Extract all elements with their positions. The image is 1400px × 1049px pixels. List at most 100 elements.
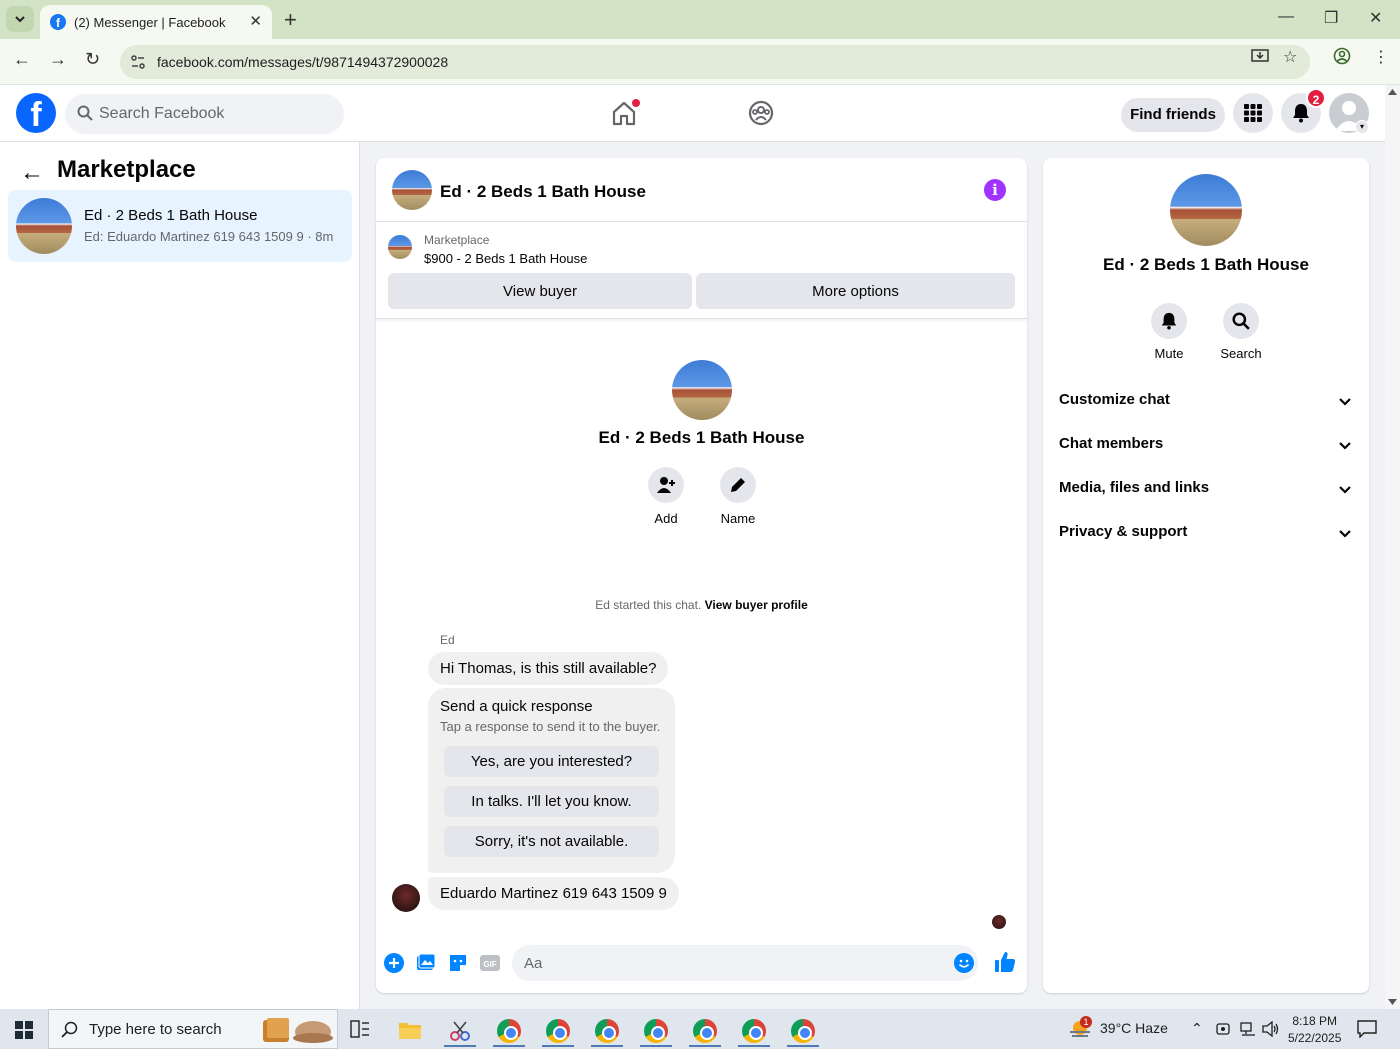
taskbar-search[interactable]: Type here to search [48, 1009, 338, 1049]
intro-name: Ed · 2 Beds 1 Bath House [598, 428, 805, 447]
restore-icon[interactable]: ❐ [1324, 8, 1338, 28]
find-friends-button[interactable]: Find friends [1121, 98, 1225, 132]
pencil-icon [731, 478, 745, 492]
privacy-support-row[interactable]: Privacy & support [1059, 523, 1353, 547]
info-icon[interactable]: i [984, 179, 1006, 201]
chrome-icon [497, 1019, 521, 1043]
browser-menu-icon[interactable]: ⋮ [1373, 47, 1389, 67]
name-label: Name [720, 511, 756, 526]
facebook-header: f Find friends 2 ▾ [0, 85, 1385, 142]
chrome-app-7[interactable] [783, 1015, 823, 1047]
back-icon[interactable]: ← [13, 49, 31, 70]
mute-button[interactable]: Mute [1139, 303, 1199, 361]
gif-icon[interactable]: GIF [480, 953, 500, 973]
quick-response-button[interactable]: In talks. I'll let you know. [444, 786, 659, 817]
scroll-up-icon[interactable] [1388, 89, 1397, 95]
site-info-icon[interactable] [128, 52, 148, 72]
chrome-icon [742, 1019, 766, 1043]
sender-avatar[interactable] [392, 884, 420, 912]
url-text: facebook.com/messages/t/9871494372900028 [157, 54, 449, 70]
section-label: Chat members [1059, 435, 1164, 452]
snipping-tool-app[interactable] [440, 1015, 480, 1047]
install-app-icon[interactable] [1251, 47, 1269, 70]
quick-response-subtitle: Tap a response to send it to the buyer. [440, 719, 661, 734]
view-buyer-button[interactable]: View buyer [388, 273, 692, 309]
folder-icon [399, 1023, 421, 1039]
thumbs-up-icon[interactable] [994, 951, 1016, 973]
section-label: Media, files and links [1059, 479, 1210, 496]
tab-search-dropdown[interactable] [6, 6, 34, 32]
windows-start-icon[interactable] [15, 1021, 33, 1039]
sidebar-title: Marketplace [57, 156, 196, 183]
meet-now-icon[interactable] [1216, 1022, 1230, 1036]
chrome-icon [693, 1019, 717, 1043]
quick-response-button[interactable]: Yes, are you interested? [444, 746, 659, 777]
browser-tab-messenger[interactable]: f (2) Messenger | Facebook ✕ [40, 5, 272, 39]
sticker-icon[interactable] [448, 953, 468, 973]
plus-circle-icon[interactable] [384, 953, 404, 973]
customize-chat-row[interactable]: Customize chat [1059, 391, 1353, 415]
task-view-icon[interactable] [350, 1020, 370, 1038]
back-arrow-icon[interactable]: ← [20, 159, 44, 187]
file-explorer-app[interactable] [390, 1015, 430, 1047]
network-icon[interactable] [1240, 1022, 1256, 1036]
media-files-links-row[interactable]: Media, files and links [1059, 479, 1353, 503]
chevron-down-icon [1339, 530, 1351, 538]
profile-icon[interactable] [1333, 47, 1351, 70]
seen-receipt-avatar [992, 915, 1006, 929]
house-thumbnail [16, 198, 72, 254]
chrome-app-3[interactable] [587, 1015, 627, 1047]
chat-details-panel: Ed · 2 Beds 1 Bath House Mute Search Cus… [1043, 158, 1369, 993]
message-bubble[interactable]: Eduardo Martinez 619 643 1509 9 [428, 877, 679, 910]
listing-title[interactable]: $900 - 2 Beds 1 Bath House [424, 251, 587, 266]
volume-icon[interactable] [1262, 1021, 1280, 1037]
bookmark-star-icon[interactable]: ☆ [1283, 47, 1297, 67]
chat-avatar[interactable] [392, 170, 432, 210]
chat-panel: Ed · 2 Beds 1 Bath House i Marketplace $… [376, 158, 1027, 993]
system-clock[interactable]: 8:18 PM 5/22/2025 [1288, 1013, 1341, 1047]
search-in-chat-button[interactable]: Search [1211, 303, 1271, 361]
chat-title[interactable]: Ed · 2 Beds 1 Bath House [440, 182, 646, 202]
chrome-app-2[interactable] [538, 1015, 578, 1047]
new-tab-button[interactable]: + [284, 7, 297, 33]
photo-icon[interactable] [416, 953, 436, 973]
minimize-icon[interactable]: — [1278, 8, 1294, 26]
browser-toolbar: ← → ↻ facebook.com/messages/t/9871494372… [0, 39, 1400, 85]
add-people-button[interactable]: Add [636, 467, 696, 526]
more-options-button[interactable]: More options [696, 273, 1015, 309]
message-bubble[interactable]: Hi Thomas, is this still available? [428, 652, 669, 685]
quick-response-button[interactable]: Sorry, it's not available. [444, 826, 659, 857]
chat-members-row[interactable]: Chat members [1059, 435, 1353, 459]
menu-button[interactable] [1233, 93, 1273, 133]
emoji-icon[interactable] [954, 953, 974, 973]
chrome-app-1[interactable] [489, 1015, 529, 1047]
svg-text:GIF: GIF [483, 960, 496, 969]
change-name-button[interactable]: Name [708, 467, 768, 526]
notification-center-icon[interactable] [1357, 1020, 1377, 1038]
quick-response-title: Send a quick response [440, 698, 593, 715]
facebook-search[interactable] [65, 94, 344, 134]
chrome-app-5[interactable] [685, 1015, 725, 1047]
close-tab-icon[interactable]: ✕ [249, 12, 262, 30]
chat-header: Ed · 2 Beds 1 Bath House i [376, 158, 1027, 222]
conversation-item[interactable]: Ed · 2 Beds 1 Bath House Ed: Eduardo Mar… [8, 190, 352, 262]
scroll-down-icon[interactable] [1388, 999, 1397, 1005]
search-input[interactable] [99, 94, 329, 134]
close-window-icon[interactable]: ✕ [1369, 8, 1382, 28]
chrome-app-4[interactable] [636, 1015, 676, 1047]
account-chevron-icon[interactable]: ▾ [1355, 120, 1369, 134]
show-hidden-icons-icon[interactable]: ⌃ [1191, 1020, 1203, 1037]
chevron-down-icon [1339, 442, 1351, 450]
reload-icon[interactable]: ↻ [85, 49, 100, 70]
address-bar[interactable]: facebook.com/messages/t/9871494372900028 [120, 45, 1310, 79]
view-buyer-profile-link[interactable]: View buyer profile [705, 598, 808, 612]
forward-icon[interactable]: → [49, 49, 67, 70]
page-scrollbar[interactable] [1385, 85, 1400, 1009]
message-input[interactable] [524, 945, 944, 981]
facebook-logo-icon[interactable]: f [16, 93, 56, 133]
chrome-app-6[interactable] [734, 1015, 774, 1047]
weather-text[interactable]: 39°C Haze [1100, 1020, 1168, 1036]
groups-icon[interactable] [747, 99, 775, 127]
message-input-box[interactable] [512, 945, 978, 981]
windows-taskbar: Type here to search 1 39°C Haze ⌃ 8:18 P… [0, 1009, 1400, 1049]
